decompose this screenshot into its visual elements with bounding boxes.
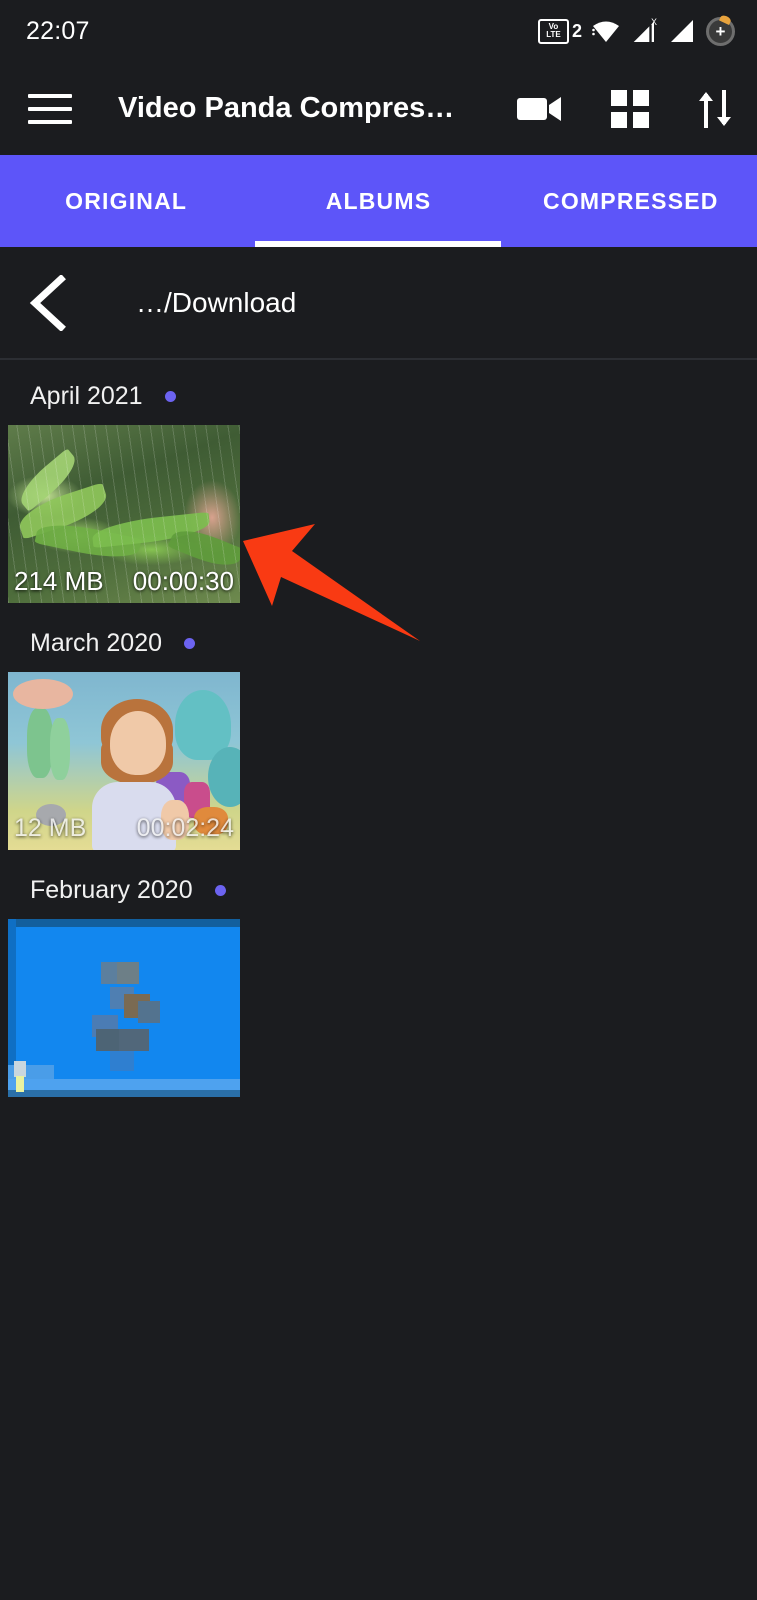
status-clock: 22:07 <box>26 16 90 45</box>
thumbnail-meta: 214 MB 00:00:30 <box>8 559 240 603</box>
tab-bar: ORIGINAL ALBUMS COMPRESSED <box>0 155 757 247</box>
album-group: March 2020 12 MB 00:02:24 <box>8 629 757 850</box>
signal-no-service-icon: X <box>631 17 657 43</box>
status-icon-tray: Vo LTE 2 X + <box>537 16 735 46</box>
album-group: April 2021 214 MB 00:00:30 <box>8 382 757 603</box>
tab-albums[interactable]: ALBUMS <box>252 155 504 247</box>
thumbnail-meta <box>8 1053 240 1097</box>
album-group-dot <box>184 638 196 649</box>
album-group-dot <box>164 391 176 402</box>
app-screen: 22:07 Vo LTE 2 X + Video Panda Compres… … <box>0 0 757 1600</box>
album-group-title: March 2020 <box>30 629 163 657</box>
page-title: Video Panda Compres… <box>118 92 455 124</box>
thumbnail-meta: 12 MB 00:02:24 <box>8 806 240 850</box>
volte-icon-bottom-label: LTE <box>546 30 561 39</box>
video-thumbnail[interactable] <box>8 919 240 1097</box>
video-duration-label: 00:02:24 <box>136 813 234 842</box>
hamburger-menu-icon[interactable] <box>28 93 72 124</box>
video-size-label: 12 MB <box>14 813 87 842</box>
back-chevron-icon[interactable] <box>22 274 78 331</box>
battery-plus-glyph: + <box>715 21 726 41</box>
album-group: February 2020 <box>8 876 757 1097</box>
breadcrumb: …/Download <box>0 247 757 360</box>
video-camera-icon[interactable] <box>515 92 565 126</box>
sim-number-label: 2 <box>571 20 582 41</box>
svg-text:X: X <box>651 17 657 27</box>
app-bar-actions <box>515 88 735 130</box>
album-group-title: April 2021 <box>30 382 143 410</box>
grid-view-icon[interactable] <box>609 88 651 130</box>
video-thumbnail[interactable]: 12 MB 00:02:24 <box>8 672 240 850</box>
album-group-header: February 2020 <box>8 876 757 905</box>
status-bar: 22:07 Vo LTE 2 X + <box>0 0 757 62</box>
volte-icon: Vo LTE <box>537 18 569 44</box>
sort-icon[interactable] <box>695 88 735 130</box>
album-group-title: February 2020 <box>30 876 193 904</box>
breadcrumb-path: …/Download <box>136 286 297 318</box>
album-group-dot <box>214 885 226 896</box>
video-size-label: 214 MB <box>14 565 104 596</box>
album-list: April 2021 214 MB 00:00:30 March 2020 12… <box>0 382 757 1097</box>
album-group-header: March 2020 <box>8 629 757 658</box>
tab-original[interactable]: ORIGINAL <box>0 155 252 247</box>
app-bar: Video Panda Compres… <box>0 62 757 155</box>
signal-bars-icon <box>671 20 693 42</box>
battery-charging-icon: + <box>706 16 735 46</box>
tab-compressed[interactable]: COMPRESSED <box>505 155 757 247</box>
album-group-header: April 2021 <box>8 382 757 411</box>
video-duration-label: 00:00:30 <box>132 565 234 596</box>
wifi-icon <box>592 21 619 42</box>
video-thumbnail[interactable]: 214 MB 00:00:30 <box>8 425 240 603</box>
